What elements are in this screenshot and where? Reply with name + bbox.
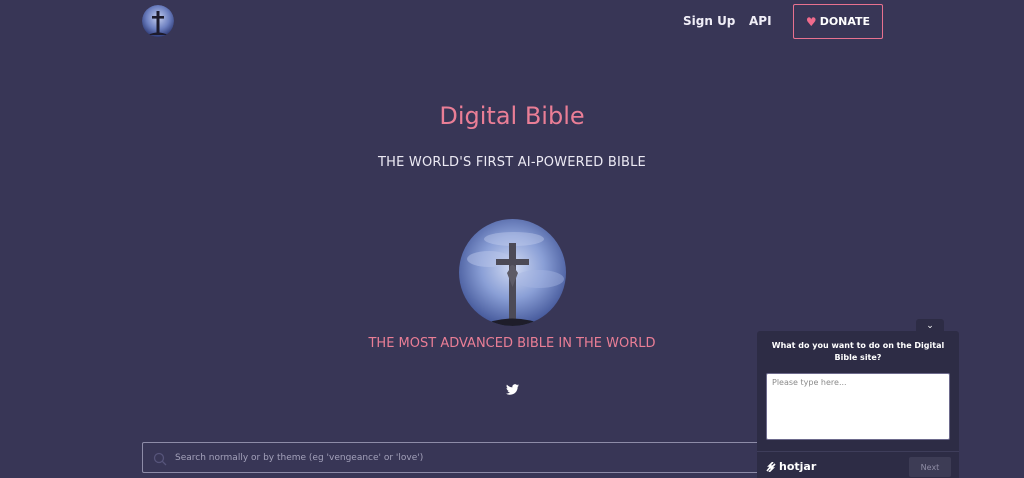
hotjar-next-button[interactable]: Next (909, 457, 951, 477)
crucifix-image (459, 219, 566, 326)
search-input[interactable] (173, 443, 773, 472)
api-link[interactable]: API (749, 14, 772, 28)
hotjar-footer: hotjar Next (757, 451, 959, 478)
search-icon (153, 451, 167, 466)
heart-icon: ♥ (805, 14, 817, 29)
hotjar-feedback-textarea[interactable] (766, 373, 950, 440)
hotjar-brand-label: hotjar (779, 460, 817, 473)
hotjar-question: What do you want to do on the Digital Bi… (771, 341, 945, 362)
page-title: Digital Bible (439, 102, 585, 130)
hotjar-feedback-widget: What do you want to do on the Digital Bi… (757, 331, 959, 478)
chevron-down-icon: ⌄ (926, 321, 934, 331)
donate-button[interactable]: ♥ DONATE (793, 4, 883, 39)
hotjar-brand[interactable]: hotjar (766, 460, 816, 473)
donate-label: DONATE (819, 15, 871, 28)
twitter-icon[interactable] (506, 380, 519, 395)
tagline: THE WORLD'S FIRST AI-POWERED BIBLE (378, 155, 646, 170)
hotjar-logo-icon (766, 461, 776, 472)
sign-up-link[interactable]: Sign Up (683, 14, 735, 28)
site-logo[interactable] (142, 5, 174, 37)
